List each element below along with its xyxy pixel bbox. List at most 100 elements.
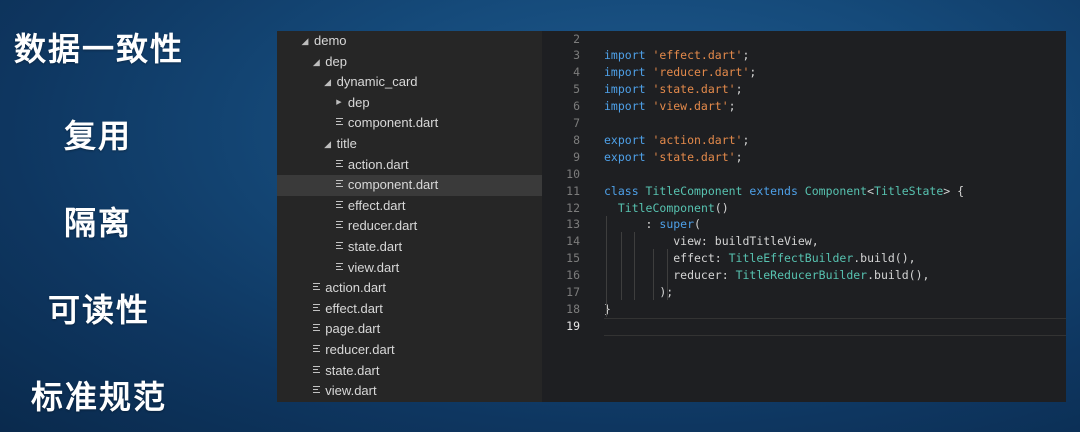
line-number: 18: [566, 301, 580, 316]
feature-label: 数据一致性: [14, 30, 185, 68]
tree-item-label: page.dart: [325, 321, 381, 337]
file-icon: [313, 283, 321, 293]
code-token: (): [714, 200, 729, 215]
line-number: 9: [573, 149, 580, 164]
indent-guide: [606, 215, 607, 317]
file-icon: [335, 262, 343, 273]
tree-item-label: effect.dart: [347, 197, 406, 213]
tree-item-label: dynamic_card: [336, 74, 418, 90]
code-line: 19: [542, 317, 1066, 336]
line-number: 2: [573, 31, 580, 46]
caret-down-icon[interactable]: ◢: [311, 52, 321, 73]
code-text: TitleComponent(): [604, 200, 729, 217]
code-token: 'state.dart': [652, 149, 736, 164]
tree-file[interactable]: view.dart: [277, 381, 542, 402]
caret-down-icon[interactable]: ◢: [323, 134, 333, 155]
file-icon: [335, 118, 343, 128]
code-token: 'effect.dart': [652, 48, 743, 63]
code-token: .build(),: [853, 251, 916, 266]
code-line: 2: [542, 31, 1066, 47]
code-line: 11 class TitleComponent extends Component…: [542, 183, 1066, 200]
tree-file[interactable]: state.dart: [277, 361, 542, 382]
tree-file[interactable]: effect.dart: [277, 196, 542, 217]
indent-guide: [634, 232, 635, 300]
line-number: 4: [573, 65, 580, 80]
editor-window: ◢ demo ◢ dep ◢ dynamic_card ▶ dep component.dart…: [277, 31, 1066, 402]
line-number: 13: [566, 217, 580, 232]
code-line: 12 TitleComponent(): [542, 200, 1066, 217]
code-line: 18}: [542, 301, 1066, 318]
tree-folder[interactable]: ◢ demo: [277, 31, 542, 52]
tree-file[interactable]: reducer.dart: [277, 216, 542, 237]
code-line: 4 import 'reducer.dart';: [542, 64, 1066, 81]
code-token: TitleReducerBuilder: [735, 268, 868, 283]
line-number: 17: [566, 285, 580, 299]
file-icon: [335, 180, 343, 190]
tree-file[interactable]: component.dart: [277, 113, 542, 134]
tree-item-label: demo: [314, 33, 347, 48]
code-text: export 'action.dart';: [604, 132, 749, 149]
file-icon: [313, 303, 321, 314]
code-text: view: buildTitleView,: [604, 233, 818, 250]
tree-item-label: state.dart: [325, 362, 380, 378]
code-token: super: [659, 217, 695, 232]
code-token: reducer:: [604, 268, 736, 283]
caret-down-icon[interactable]: ◢: [323, 72, 333, 93]
line-number: 8: [573, 132, 580, 147]
tree-item-label: view.dart: [325, 383, 377, 399]
indent-guide: [667, 249, 668, 300]
feature-label: 标准规范: [31, 378, 168, 416]
feature-label: 可读性: [48, 291, 151, 329]
line-number: 19: [566, 318, 580, 333]
code-line: 6 import 'view.dart';: [542, 98, 1066, 115]
code-token: ;: [728, 99, 736, 114]
tree-file[interactable]: reducer.dart: [277, 340, 542, 361]
tree-file[interactable]: component.dart: [277, 175, 542, 196]
tree-item-label: dep: [347, 94, 370, 110]
tree-item-label: reducer.dart: [325, 342, 395, 357]
tree-folder[interactable]: ◢ dep: [277, 52, 542, 73]
caret-down-icon[interactable]: ◢: [300, 31, 310, 52]
code-token: <: [867, 183, 875, 198]
tree-folder[interactable]: ◢ title: [277, 134, 542, 155]
code-text: import 'reducer.dart';: [604, 64, 756, 81]
tree-file[interactable]: view.dart: [277, 258, 542, 279]
file-icon: [313, 324, 321, 334]
tree-file[interactable]: state.dart: [277, 237, 542, 258]
tree-folder[interactable]: ◢ dynamic_card: [277, 72, 542, 93]
code-text: : super(: [604, 216, 701, 233]
tree-item-label: dep: [325, 53, 347, 69]
file-icon: [335, 242, 343, 252]
tree-folder[interactable]: ▶ dep: [277, 93, 542, 114]
tree-item-label: effect.dart: [325, 300, 383, 316]
caret-right-icon[interactable]: ▶: [334, 93, 344, 114]
code-token: class: [604, 183, 646, 198]
tree-item-label: reducer.dart: [347, 218, 418, 234]
code-token: Component: [804, 183, 868, 198]
file-icon: [313, 365, 321, 376]
indent-guide: [653, 249, 654, 300]
tree-file[interactable]: action.dart: [277, 278, 542, 299]
tree-item-label: component.dart: [347, 177, 439, 193]
tree-file[interactable]: action.dart: [277, 155, 542, 176]
line-number: 15: [566, 251, 580, 266]
code-token: (: [694, 217, 701, 232]
code-token: 'view.dart': [652, 99, 729, 114]
code-token: 'state.dart': [652, 82, 736, 97]
tree-item-label: component.dart: [347, 115, 439, 131]
code-line: 3 import 'effect.dart';: [542, 47, 1066, 64]
code-token: ;: [742, 132, 750, 147]
tree-file[interactable]: effect.dart: [277, 299, 542, 320]
tree-file[interactable]: page.dart: [277, 319, 542, 340]
code-token: TitleComponent: [645, 183, 743, 198]
code-token: 'reducer.dart': [652, 65, 750, 80]
file-icon: [335, 159, 343, 170]
line-number: 12: [566, 200, 580, 215]
code-editor[interactable]: 2 3 import 'effect.dart'; 4 import 'reducer.…: [542, 31, 1066, 402]
line-number: 10: [566, 166, 580, 181]
code-token: :: [604, 217, 660, 232]
code-line: 9 export 'state.dart';: [542, 149, 1066, 166]
line-number: 3: [573, 48, 580, 63]
code-token: export: [604, 149, 653, 164]
line-number: 14: [566, 234, 580, 249]
